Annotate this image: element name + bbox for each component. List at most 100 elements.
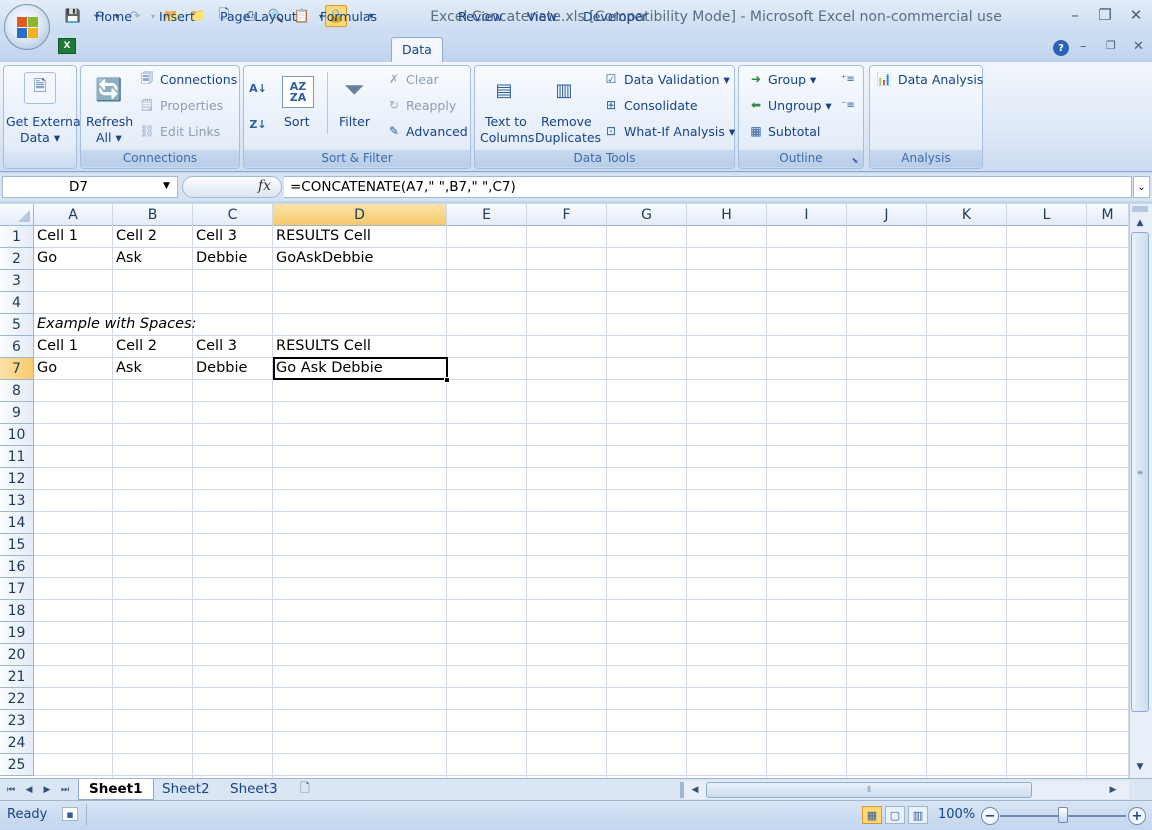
- row-header-19[interactable]: 19: [0, 622, 34, 644]
- what-if-analysis-button[interactable]: What-If Analysis ▾: [624, 124, 735, 139]
- sort-icon[interactable]: AZ ZA: [282, 76, 314, 108]
- sort-a-to-z-icon[interactable]: A↓: [249, 80, 267, 96]
- column-header-f[interactable]: F: [527, 204, 607, 226]
- column-header-m[interactable]: M: [1087, 204, 1129, 226]
- ungroup-button[interactable]: Ungroup ▾: [768, 98, 832, 113]
- cell-d1[interactable]: RESULTS Cell: [273, 226, 371, 248]
- help-icon[interactable]: ?: [1053, 40, 1069, 56]
- vertical-scroll-thumb[interactable]: ≡: [1131, 232, 1149, 712]
- name-box-dropdown-icon[interactable]: ▼: [163, 181, 170, 191]
- text-to-columns-icon[interactable]: ▤: [488, 74, 520, 106]
- tab-review[interactable]: Review: [448, 6, 513, 28]
- formula-input[interactable]: =CONCATENATE(A7," ",B7," ",C7): [284, 176, 1132, 198]
- next-sheet-icon[interactable]: ▶: [40, 782, 54, 798]
- cell-a7[interactable]: Go: [34, 358, 57, 380]
- refresh-all-label-2[interactable]: All ▾: [96, 130, 122, 145]
- connections-button[interactable]: Connections: [160, 72, 237, 87]
- sort-z-to-a-icon[interactable]: Z↓: [249, 116, 266, 132]
- row-header-22[interactable]: 22: [0, 688, 34, 710]
- ribbon-close-icon[interactable]: ✕: [1133, 39, 1144, 54]
- tab-data[interactable]: Data: [391, 37, 443, 63]
- cell-b1[interactable]: Cell 2: [113, 226, 157, 248]
- row-header-1[interactable]: 1: [0, 226, 34, 248]
- office-button[interactable]: [4, 4, 50, 50]
- last-sheet-icon[interactable]: ⏭: [58, 782, 72, 798]
- data-analysis-button[interactable]: Data Analysis: [898, 72, 983, 87]
- normal-view-icon[interactable]: ▦: [862, 806, 882, 824]
- column-header-k[interactable]: K: [927, 204, 1007, 226]
- close-button[interactable]: ✕: [1125, 5, 1147, 25]
- tab-formulas[interactable]: Formulas: [310, 6, 387, 28]
- fill-handle[interactable]: [444, 377, 450, 383]
- get-external-data-label[interactable]: Get External: [6, 114, 84, 129]
- hide-detail-icon[interactable]: ⁻≡: [840, 97, 856, 113]
- row-header-15[interactable]: 15: [0, 534, 34, 556]
- clear-filter-icon[interactable]: ✗: [386, 71, 402, 87]
- ribbon-restore-icon[interactable]: ❐: [1106, 39, 1116, 52]
- cell-c7[interactable]: Debbie: [193, 358, 247, 380]
- row-header-8[interactable]: 8: [0, 380, 34, 402]
- column-header-e[interactable]: E: [447, 204, 527, 226]
- reapply-button[interactable]: Reapply: [406, 98, 456, 113]
- cell-a5[interactable]: Example with Spaces:: [34, 314, 197, 336]
- row-header-3[interactable]: 3: [0, 270, 34, 292]
- row-header-6[interactable]: 6: [0, 336, 34, 358]
- insert-function-icon[interactable]: fx: [258, 178, 271, 194]
- horizontal-scroll-thumb[interactable]: ⦀: [706, 782, 1032, 798]
- cell-c6[interactable]: Cell 3: [193, 336, 237, 358]
- row-header-24[interactable]: 24: [0, 732, 34, 754]
- column-header-c[interactable]: C: [193, 204, 273, 226]
- tab-home[interactable]: Home: [85, 6, 142, 28]
- outline-dialog-launcher-icon[interactable]: ⬊: [850, 155, 860, 165]
- zoom-in-button[interactable]: +: [1128, 807, 1146, 825]
- row-header-4[interactable]: 4: [0, 292, 34, 314]
- row-header-16[interactable]: 16: [0, 556, 34, 578]
- tab-view[interactable]: View: [517, 6, 567, 28]
- row-header-5[interactable]: 5: [0, 314, 34, 336]
- vertical-split-box[interactable]: [1132, 206, 1148, 212]
- scroll-up-icon[interactable]: ▲: [1132, 216, 1148, 230]
- advanced-button[interactable]: Advanced: [406, 124, 468, 139]
- minimize-button[interactable]: –: [1064, 5, 1086, 25]
- row-header-21[interactable]: 21: [0, 666, 34, 688]
- row-header-12[interactable]: 12: [0, 468, 34, 490]
- cell-a6[interactable]: Cell 1: [34, 336, 78, 358]
- column-header-h[interactable]: H: [687, 204, 767, 226]
- sheet-tab-sheet2[interactable]: Sheet2: [152, 779, 220, 800]
- edit-links-button[interactable]: Edit Links: [160, 124, 220, 139]
- get-external-data-icon[interactable]: 🗎: [24, 72, 56, 104]
- remove-duplicates-label-2[interactable]: Duplicates: [535, 130, 601, 145]
- group-icon[interactable]: ➜: [748, 71, 764, 87]
- cell-b6[interactable]: Cell 2: [113, 336, 157, 358]
- previous-sheet-icon[interactable]: ◀: [22, 782, 36, 798]
- data-validation-button[interactable]: Data Validation ▾: [624, 72, 730, 87]
- column-header-g[interactable]: G: [607, 204, 687, 226]
- scroll-left-icon[interactable]: ◀: [688, 782, 702, 798]
- clear-button[interactable]: Clear: [406, 72, 439, 87]
- remove-duplicates-icon[interactable]: ▥: [548, 74, 580, 106]
- properties-icon[interactable]: 🗒: [139, 97, 155, 113]
- sheet-tab-sheet3[interactable]: Sheet3: [220, 779, 288, 800]
- select-all-button[interactable]: [0, 204, 34, 226]
- ungroup-icon[interactable]: ⬅: [748, 97, 764, 113]
- subtotal-icon[interactable]: ▦: [748, 123, 764, 139]
- zoom-level[interactable]: 100%: [938, 807, 975, 822]
- data-validation-icon[interactable]: ☑: [603, 71, 619, 87]
- insert-worksheet-icon[interactable]: 🗋: [295, 781, 315, 797]
- row-header-9[interactable]: 9: [0, 402, 34, 424]
- filter-button[interactable]: Filter: [339, 114, 370, 129]
- scroll-down-icon[interactable]: ▼: [1132, 760, 1148, 774]
- group-button[interactable]: Group ▾: [768, 72, 816, 87]
- page-layout-view-icon[interactable]: ▢: [885, 806, 905, 824]
- sheet-tab-sheet1[interactable]: Sheet1: [78, 779, 154, 800]
- cell-b2[interactable]: Ask: [113, 248, 142, 270]
- row-header-10[interactable]: 10: [0, 424, 34, 446]
- text-to-columns-label[interactable]: Text to: [485, 114, 527, 129]
- row-header-20[interactable]: 20: [0, 644, 34, 666]
- row-header-25[interactable]: 25: [0, 754, 34, 776]
- row-header-13[interactable]: 13: [0, 490, 34, 512]
- consolidate-icon[interactable]: ⊞: [603, 97, 619, 113]
- zoom-slider-thumb[interactable]: [1058, 807, 1068, 823]
- sort-button[interactable]: Sort: [284, 114, 310, 129]
- name-box[interactable]: D7: [2, 176, 178, 198]
